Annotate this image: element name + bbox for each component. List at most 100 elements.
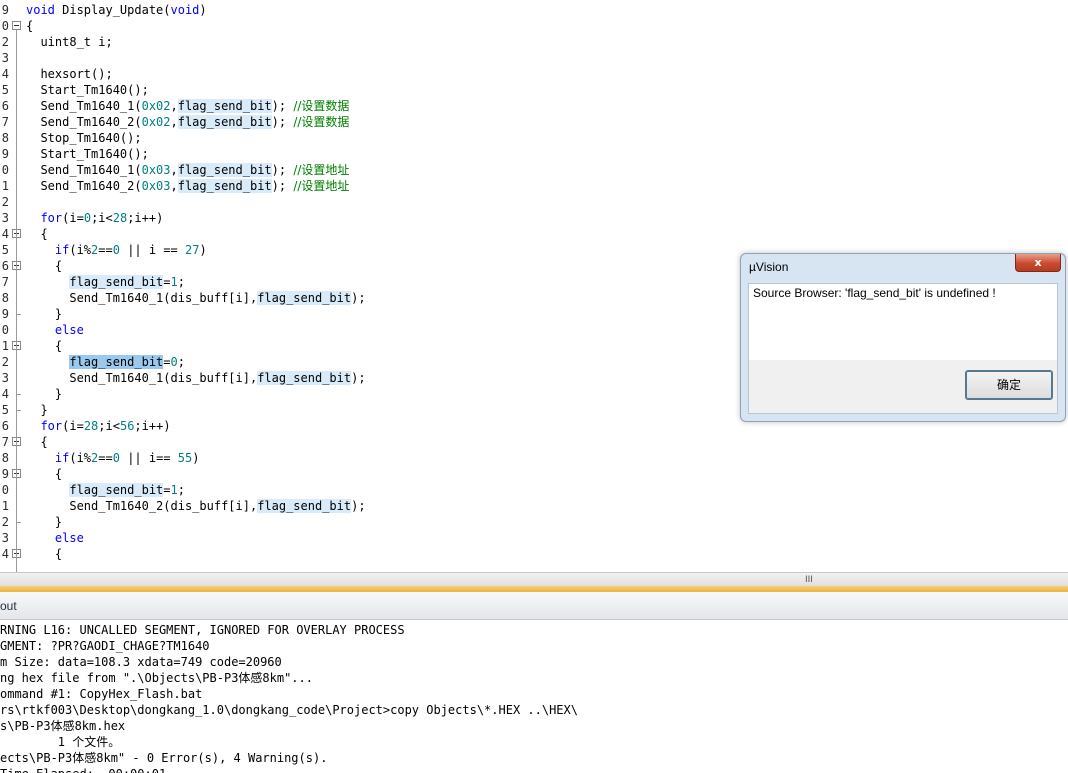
line-number: 8	[1, 131, 9, 145]
code-line[interactable]: 4 {	[0, 226, 1068, 242]
line-number: 3	[1, 51, 9, 65]
line-number: 7	[1, 275, 9, 289]
line-number: 1	[1, 179, 9, 193]
code-line[interactable]: 3 for(i=0;i<28;i++)	[0, 210, 1068, 226]
line-number: 7	[1, 435, 9, 449]
output-line: ects\PB-P3体感8km" - 0 Error(s), 4 Warning…	[0, 751, 328, 765]
output-line: m Size: data=108.3 xdata=749 code=20960	[0, 655, 282, 669]
line-number: 9	[1, 307, 9, 321]
code-text: Send_Tm1640_1(0x03,flag_send_bit); //设置地…	[26, 163, 350, 177]
code-text: Start_Tm1640();	[26, 83, 149, 97]
code-text: hexsort();	[26, 67, 113, 81]
line-number: 5	[1, 403, 9, 417]
message-dialog: µVision x Source Browser: 'flag_send_bit…	[740, 253, 1066, 422]
code-text: else	[54, 531, 84, 545]
line-number: 4	[1, 227, 9, 241]
code-text: {	[26, 435, 48, 449]
code-text: Stop_Tm1640();	[26, 131, 142, 145]
line-number: 8	[1, 291, 9, 305]
code-line[interactable]: 0{	[0, 18, 1068, 34]
close-icon[interactable]: x	[1015, 254, 1061, 272]
fold-collapse-icon[interactable]	[12, 21, 21, 30]
code-text: Send_Tm1640_2(0x03,flag_send_bit); //设置地…	[26, 179, 350, 193]
output-line: ommand #1: CopyHex_Flash.bat	[0, 687, 203, 701]
code-line[interactable]: 3 else	[0, 530, 1068, 546]
code-text: {	[26, 259, 63, 273]
line-number: 7	[1, 115, 9, 129]
output-line: GMENT: ?PR?GAODI_CHAGE?TM1640	[0, 639, 210, 653]
code-text: Send_Tm1640_1(0x02,flag_send_bit); //设置数…	[26, 99, 350, 113]
code-line[interactable]: 9 {	[0, 466, 1068, 482]
code-text: for(i=0;i<28;i++)	[40, 211, 164, 225]
line-number: 4	[1, 547, 9, 561]
code-line[interactable]: 6 Send_Tm1640_1(0x02,flag_send_bit); //设…	[0, 98, 1068, 114]
build-output-header: out	[0, 592, 1068, 620]
line-number: 2	[1, 355, 9, 369]
code-text: if(i%2==0 || i == 27)	[54, 243, 207, 257]
code-line[interactable]: 2 }	[0, 514, 1068, 530]
line-number: 3	[1, 531, 9, 545]
code-line[interactable]: 1 Send_Tm1640_2(dis_buff[i],flag_send_bi…	[0, 498, 1068, 514]
code-text: Send_Tm1640_1(dis_buff[i],flag_send_bit)…	[26, 291, 366, 305]
line-number: 0	[1, 19, 9, 33]
code-text: Send_Tm1640_2(0x02,flag_send_bit); //设置数…	[26, 115, 350, 129]
output-line: 1 个文件。	[0, 735, 121, 749]
dialog-title: µVision	[749, 260, 789, 274]
ok-button[interactable]: 确定	[965, 370, 1053, 400]
line-number: 5	[1, 243, 9, 257]
line-number: 9	[1, 147, 9, 161]
code-text: else	[54, 323, 84, 337]
code-line[interactable]: 9 Start_Tm1640();	[0, 146, 1068, 162]
code-text: }	[26, 403, 48, 417]
code-line[interactable]: 7 Send_Tm1640_2(0x02,flag_send_bit); //设…	[0, 114, 1068, 130]
output-line: s\PB-P3体感8km.hex	[0, 719, 126, 733]
code-line[interactable]: 0 flag_send_bit=1;	[0, 482, 1068, 498]
code-text: }	[26, 387, 63, 401]
code-text: flag_send_bit=1;	[69, 275, 185, 289]
line-number: 9	[1, 467, 9, 481]
output-line: rs\rtkf003\Desktop\dongkang_1.0\dongkang…	[0, 703, 578, 717]
line-number: 6	[1, 419, 9, 433]
line-number: 0	[1, 163, 9, 177]
line-number: 4	[1, 387, 9, 401]
code-line[interactable]: 8 if(i%2==0 || i== 55)	[0, 450, 1068, 466]
code-line[interactable]: 7 {	[0, 434, 1068, 450]
code-line[interactable]: 4 hexsort();	[0, 66, 1068, 82]
code-text: {	[26, 547, 63, 561]
line-number: 8	[1, 451, 9, 465]
code-line[interactable]: 2 uint8_t i;	[0, 34, 1068, 50]
code-line[interactable]: 2	[0, 194, 1068, 210]
line-number: 1	[1, 499, 9, 513]
build-output-panel[interactable]: RNING L16: UNCALLED SEGMENT, IGNORED FOR…	[0, 620, 1068, 773]
code-text: uint8_t i;	[26, 35, 113, 49]
code-line[interactable]: 4 {	[0, 546, 1068, 562]
code-text: for(i=28;i<56;i++)	[40, 419, 171, 433]
code-text: }	[26, 307, 63, 321]
line-number: 0	[1, 323, 9, 337]
horizontal-scrollbar[interactable]: III	[0, 572, 1068, 586]
code-line[interactable]: 8 Stop_Tm1640();	[0, 130, 1068, 146]
line-number: 3	[1, 371, 9, 385]
build-output-title: out	[0, 599, 17, 613]
line-number: 4	[1, 67, 9, 81]
dialog-message: Source Browser: 'flag_send_bit' is undef…	[753, 286, 996, 300]
code-line[interactable]: 0 Send_Tm1640_1(0x03,flag_send_bit); //设…	[0, 162, 1068, 178]
code-text: Send_Tm1640_2(dis_buff[i],flag_send_bit)…	[26, 499, 366, 513]
line-number: 3	[1, 211, 9, 225]
code-line[interactable]: 9 void Display_Update(void)	[0, 2, 1068, 18]
code-text: void Display_Update(void)	[26, 3, 207, 17]
code-text: Send_Tm1640_1(dis_buff[i],flag_send_bit)…	[26, 371, 366, 385]
code-text: {	[26, 467, 63, 481]
code-text: Start_Tm1640();	[26, 147, 149, 161]
code-text: {	[26, 339, 63, 353]
code-text: flag_send_bit=1;	[69, 483, 185, 497]
line-number: 5	[1, 83, 9, 97]
code-text: {	[26, 19, 34, 33]
scrollbar-grip-icon[interactable]: III	[805, 575, 813, 585]
line-number: 2	[1, 195, 9, 209]
code-line[interactable]: 3	[0, 50, 1068, 66]
line-number: 1	[1, 339, 9, 353]
code-line[interactable]: 1 Send_Tm1640_2(0x03,flag_send_bit); //设…	[0, 178, 1068, 194]
code-text: if(i%2==0 || i== 55)	[54, 451, 200, 465]
code-line[interactable]: 5 Start_Tm1640();	[0, 82, 1068, 98]
